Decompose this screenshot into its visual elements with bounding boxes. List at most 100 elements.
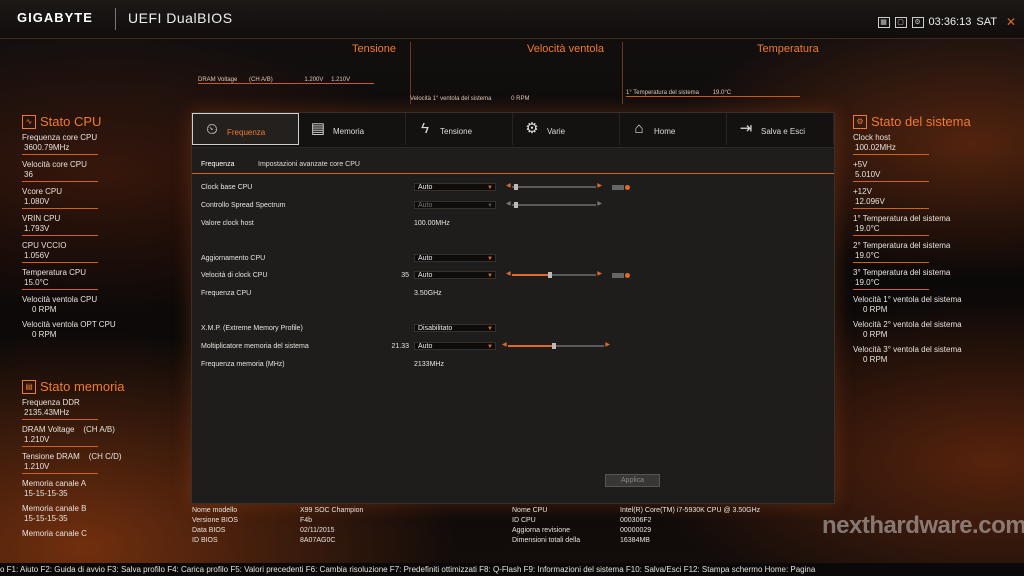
cpu-status-item: Velocità ventola OPT CPU 0 RPM [22, 320, 182, 340]
value-bar [22, 262, 98, 263]
arrow-right-icon[interactable]: ▶ [597, 200, 602, 207]
monitor-fan-title: Velocità ventola [527, 43, 605, 55]
sys-item-value: 12.096V [855, 197, 885, 206]
sys-item-label: +5V [853, 160, 868, 169]
system-status-item: Velocità 1° ventola del sistema 0 RPM [853, 295, 1018, 315]
system-status-item: 1° Temperatura del sistema 19.0°C [853, 214, 1018, 236]
setting-label: Moltiplicatore memoria del sistema [201, 343, 309, 350]
system-info-right: Nome CPU ID CPU Aggiorna revisione Dimen… [512, 506, 580, 546]
value-bar [22, 154, 98, 155]
subtab-frequenza[interactable]: Frequenza [201, 161, 234, 168]
keyboard-input-icon[interactable] [612, 185, 624, 190]
nav-label: Salva e Esci [761, 127, 806, 136]
nav-memoria[interactable]: ▤ Memoria [299, 113, 406, 145]
spread-spectrum-slider[interactable]: ◀ ▶ [506, 200, 602, 208]
chevron-down-icon: ▼ [487, 344, 493, 350]
system-status-item: Clock host 100.02MHz [853, 133, 1018, 155]
clock-time: 03:36:13 [928, 16, 972, 28]
cpu-item-label: Velocità ventola CPU [22, 295, 98, 304]
info-label: Dimensioni totali della [512, 537, 581, 544]
keyboard-icon[interactable]: ▦ [877, 16, 890, 28]
divider [115, 8, 116, 30]
nav-home[interactable]: ⌂ Home [620, 113, 727, 145]
watermark: nexthardware.com [822, 512, 1024, 539]
nav-tensione[interactable]: ϟ Tensione [406, 113, 513, 145]
value-bar [22, 235, 98, 236]
gear-icon: ⚙ [525, 120, 539, 137]
subtab-impostazioni-avanzate[interactable]: Impostazioni avanzate core CPU [258, 161, 360, 168]
nav-label: Frequenza [227, 128, 266, 137]
value-bar [853, 235, 929, 236]
arrow-left-icon[interactable]: ◀ [506, 182, 511, 189]
cpu-item-value: 0 RPM [32, 305, 57, 314]
keyboard-input-icon[interactable] [612, 273, 624, 278]
nav-label: Varie [547, 127, 566, 136]
cpu-item-label: Temperatura CPU [22, 268, 87, 277]
nav-label: Home [654, 127, 676, 136]
chevron-down-icon: ▼ [487, 185, 493, 191]
info-value: 16384MB [620, 537, 650, 544]
divider [622, 42, 623, 104]
info-label: Data BIOS [192, 527, 226, 534]
settings-panel: ⏲ Frequenza ▤ Memoria ϟ Tensione ⚙ Varie ⌂ Ho… [191, 112, 835, 504]
info-label: ID CPU [512, 517, 536, 524]
arrow-right-icon[interactable]: ▶ [597, 270, 602, 277]
memory-status-item: DRAM Voltage (CH A/B) 1.210V [22, 425, 182, 447]
chevron-down-icon: ▼ [487, 203, 493, 209]
close-icon[interactable]: ✕ [1006, 15, 1016, 29]
monitor-icon[interactable]: ▢ [894, 16, 907, 28]
cpu-clock-ratio-dropdown[interactable]: Auto ▼ [414, 271, 496, 279]
dropdown-value: Disabilitato [418, 325, 453, 332]
system-info-right-values: Intel(R) Core(TM) i7-5930K CPU @ 3.50GHz… [620, 506, 760, 546]
arrow-left-icon[interactable]: ◀ [506, 200, 511, 207]
nav-salva-esci[interactable]: ⇥ Salva e Esci [727, 113, 834, 145]
memory-multiplier-dropdown[interactable]: Auto ▼ [414, 342, 496, 350]
info-value: 00000029 [620, 527, 652, 534]
memory-status-item: Tensione DRAM (CH C/D) 1.210V [22, 452, 182, 474]
dropdown-value: Auto [418, 272, 433, 279]
memory-status-item: Frequenza DDR 2135.43MHz [22, 398, 182, 420]
arrow-left-icon[interactable]: ◀ [506, 270, 511, 277]
input-indicator-icon [625, 273, 630, 278]
memory-status-title: Stato memoria [40, 379, 125, 394]
cpu-upgrade-dropdown[interactable]: Auto ▼ [414, 254, 496, 262]
nav-varie[interactable]: ⚙ Varie [513, 113, 620, 145]
memory-status-header: ▤ Stato memoria [22, 379, 182, 394]
arrow-right-icon[interactable]: ▶ [597, 182, 602, 189]
setting-value: 2133MHz [414, 361, 444, 368]
nav-frequenza[interactable]: ⏲ Frequenza [192, 113, 299, 145]
memory-icon: ▤ [22, 379, 36, 394]
arrow-left-icon[interactable]: ◀ [502, 341, 507, 348]
sys-item-label: +12V [853, 187, 872, 196]
brand-logo: GIGABYTE [17, 10, 93, 25]
cpu-status-panel: ∿ Stato CPU Frequenza core CPU 3600.79MHz… [22, 114, 182, 345]
cpu-item-label: VRIN CPU [22, 214, 61, 223]
cpu-item-value: 1.793V [24, 224, 50, 233]
value-bar [22, 289, 98, 290]
apply-button[interactable]: Applica [605, 474, 660, 487]
voltage-icon: ϟ [421, 120, 429, 137]
cpu-clock-ratio-slider[interactable]: ◀ ▶ [506, 270, 602, 278]
system-status-title: Stato del sistema [871, 114, 971, 129]
system-info-left: Nome modello Versione BIOS Data BIOS ID … [192, 506, 238, 546]
clock-base-slider[interactable]: ◀ ▶ [506, 182, 602, 190]
sys-item-value: 19.0°C [855, 278, 880, 287]
xmp-dropdown[interactable]: Disabilitato ▼ [414, 324, 496, 332]
settings-icon[interactable]: ⚙ [911, 16, 924, 28]
memory-multiplier-slider[interactable]: ◀ ▶ [502, 341, 610, 349]
sys-item-label: Velocità 2° ventola del sistema [853, 320, 962, 329]
value-bar [853, 154, 929, 155]
system-status-item: Velocità 3° ventola del sistema 0 RPM [853, 345, 1018, 365]
mem-item-value: 15-15-15-35 [24, 489, 68, 498]
chevron-down-icon: ▼ [487, 256, 493, 262]
sys-item-value: 19.0°C [855, 251, 880, 260]
setting-value: 3.50GHz [414, 290, 442, 297]
arrow-right-icon[interactable]: ▶ [605, 341, 610, 348]
value-bar [853, 208, 929, 209]
spread-spectrum-dropdown[interactable]: Auto ▼ [414, 201, 496, 209]
mem-item-label: Memoria canale B [22, 504, 87, 513]
mem-item-value: 2135.43MHz [24, 408, 70, 417]
clock-base-dropdown[interactable]: Auto ▼ [414, 183, 496, 191]
info-value: 8A07AG0C [300, 537, 336, 544]
dropdown-value: Auto [418, 255, 433, 262]
